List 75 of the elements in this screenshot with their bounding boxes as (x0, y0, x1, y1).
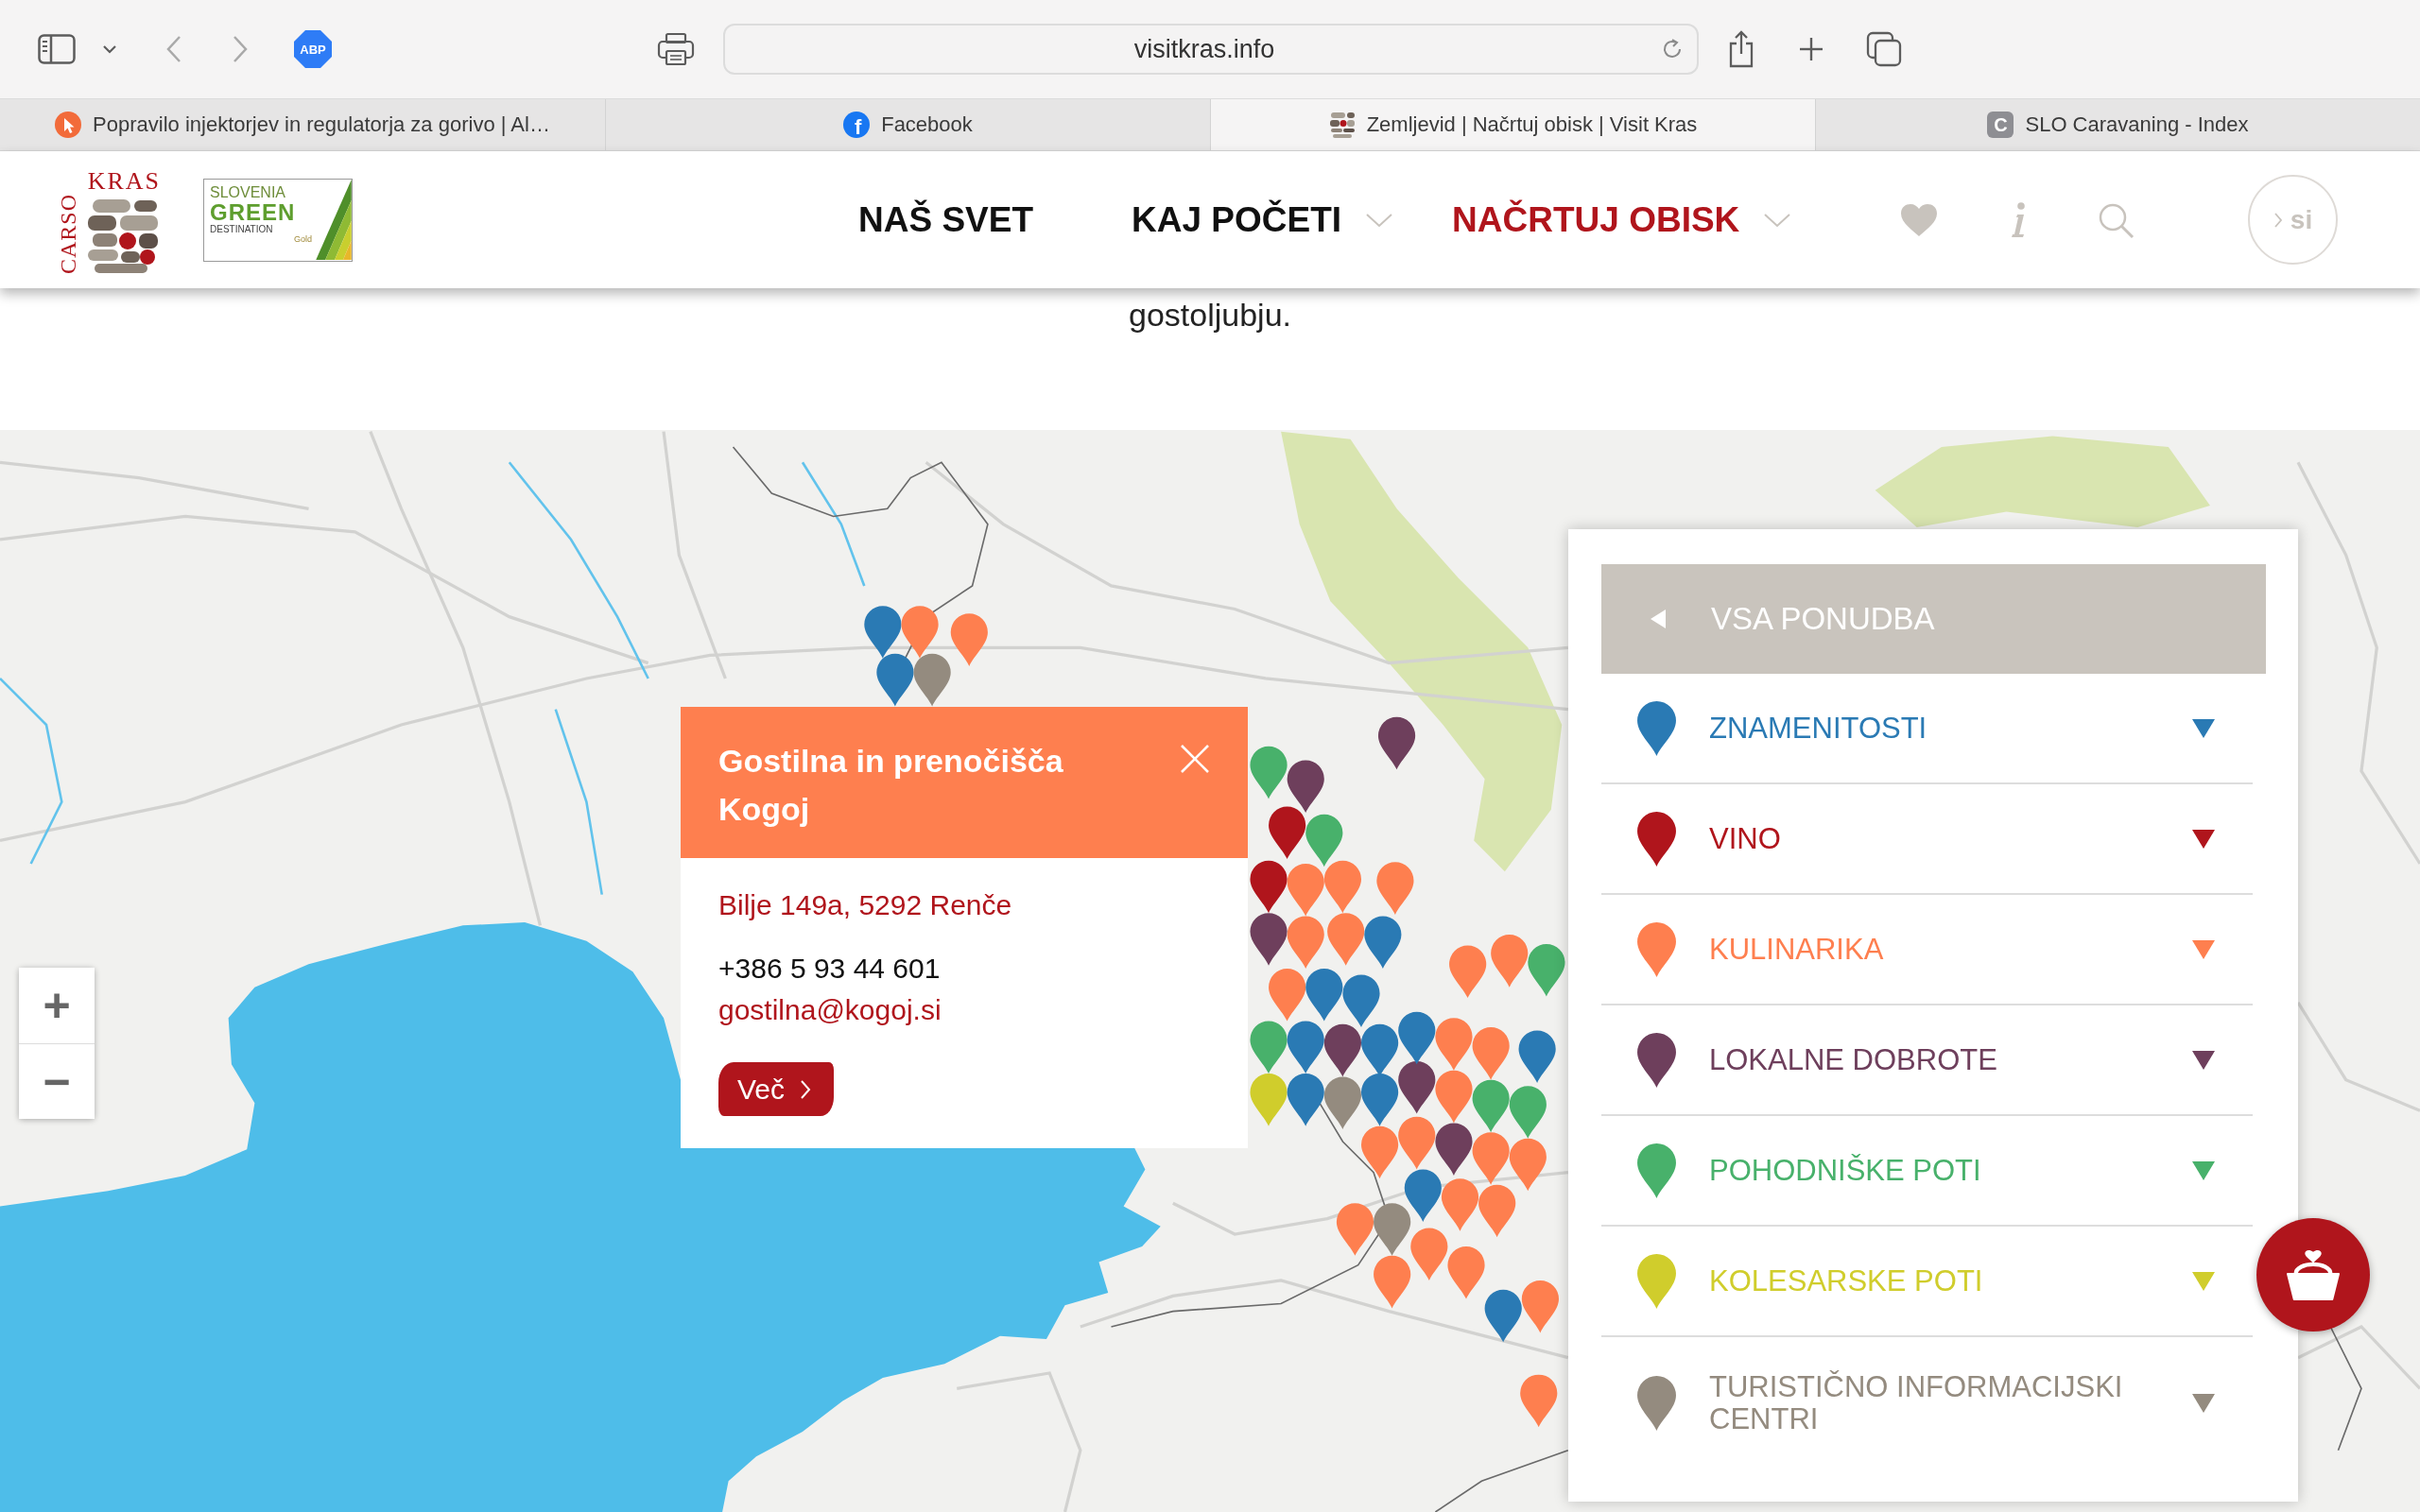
phone-text: +386 5 93 44 601 (718, 952, 941, 986)
map-pin-icon[interactable] (1250, 860, 1288, 914)
triangle-left-icon (1651, 610, 1666, 628)
map-pin-icon[interactable] (1323, 1023, 1361, 1077)
info-icon[interactable] (2009, 201, 2028, 238)
map-pin-icon[interactable] (1377, 716, 1416, 770)
triangle-down-icon (2192, 1160, 2215, 1180)
address-text: Bilje 149a, 5292 Renče (718, 888, 1012, 922)
triangle-down-icon (2192, 829, 2215, 849)
category-item[interactable]: ZNAMENITOSTI (1601, 674, 2253, 784)
back-icon[interactable] (165, 35, 182, 63)
map-pin-icon[interactable] (864, 606, 902, 659)
print-icon[interactable] (657, 32, 695, 66)
nav-link[interactable]: KAJ POČETI (1132, 199, 1394, 240)
tab-favicon: f (843, 112, 871, 138)
leaf-icon (316, 179, 352, 260)
map-pin-icon[interactable] (1398, 1011, 1436, 1065)
map-pin-icon[interactable] (1269, 806, 1306, 860)
plus-icon[interactable] (1799, 37, 1824, 61)
map-pin-icon[interactable] (1361, 1074, 1399, 1126)
triangle-down-icon (2192, 1271, 2215, 1291)
map-pin-icon[interactable] (1305, 969, 1343, 1022)
nav-link[interactable]: NAŠ SVET (858, 199, 1034, 240)
chevron-right-icon (2273, 211, 2283, 229)
tabs-overview-icon[interactable] (1866, 31, 1902, 67)
browser-tab[interactable]: f Facebook (605, 99, 1210, 150)
logo-text: DESTINATION (210, 224, 274, 236)
browser-tab[interactable]: C SLO Caravaning - Index (1815, 99, 2420, 150)
address-field[interactable]: visitkras.info (723, 24, 1699, 75)
logo-text: KRAS (87, 168, 161, 194)
logo-text: GREEN (210, 200, 297, 225)
close-icon[interactable] (1180, 744, 1210, 774)
browser-tab[interactable]: Zemljevid | Načrtuj obisk | Visit Kras (1210, 99, 1815, 150)
map-pin-icon[interactable] (1287, 1021, 1324, 1074)
zoom-in-button[interactable]: + (19, 968, 95, 1043)
map-pin-icon[interactable] (1484, 1289, 1522, 1343)
map-pin-icon[interactable] (1287, 760, 1324, 814)
share-icon[interactable] (1728, 30, 1754, 68)
map-pin-icon[interactable] (1435, 1123, 1473, 1176)
triangle-down-icon (2192, 1394, 2215, 1413)
heart-icon[interactable] (1900, 202, 1938, 237)
chevron-down-icon[interactable] (102, 44, 117, 54)
reload-icon[interactable] (1661, 38, 1684, 60)
map-pin-icon[interactable] (1518, 1030, 1556, 1083)
nav-link[interactable]: NAČRTUJ OBISK (1452, 199, 1792, 240)
browser-tab[interactable]: Popravilo injektorjev in regulatorja za gorivo | Al… (0, 99, 605, 150)
map-pin-icon[interactable] (1398, 1061, 1436, 1114)
sidebar-icon[interactable] (38, 34, 76, 64)
map-pin-icon[interactable] (1364, 916, 1402, 970)
map-pin-icon[interactable] (1342, 974, 1380, 1028)
cursor-icon (55, 112, 82, 138)
logo-text: CARSO (57, 194, 79, 275)
triangle-down-icon (2192, 939, 2215, 959)
tab-favicon: C (1987, 112, 2014, 138)
stones-icon (1328, 112, 1356, 138)
forward-icon[interactable] (232, 35, 249, 63)
map-pin-icon[interactable] (1250, 913, 1288, 966)
more-button[interactable]: Več (718, 1062, 835, 1116)
basket-icon (2284, 1248, 2342, 1301)
logo-text: Gold (294, 235, 312, 246)
category-item[interactable]: LOKALNE DOBROTE (1601, 1005, 2253, 1116)
map-pin-icon[interactable] (1287, 1074, 1324, 1126)
extension-button[interactable]: ABP (294, 30, 332, 68)
intro-text: gostoljubju. (1129, 296, 1291, 335)
zoom-out-button[interactable]: − (19, 1043, 95, 1119)
stones-logo-icon (85, 197, 161, 275)
map-pin-icon[interactable] (876, 653, 914, 707)
category-item[interactable]: VINO (1601, 784, 2253, 895)
chevron-right-icon (800, 1078, 812, 1100)
logo-text: SLOVENIA (210, 183, 287, 201)
email-link[interactable]: gostilna@kogoj.si (718, 991, 942, 1029)
map-pin-icon[interactable] (1404, 1169, 1442, 1222)
popup-title: Gostilna in prenočišča Kogoj (718, 742, 1064, 829)
triangle-down-icon (2192, 1050, 2215, 1070)
triangle-down-icon (2192, 718, 2215, 738)
